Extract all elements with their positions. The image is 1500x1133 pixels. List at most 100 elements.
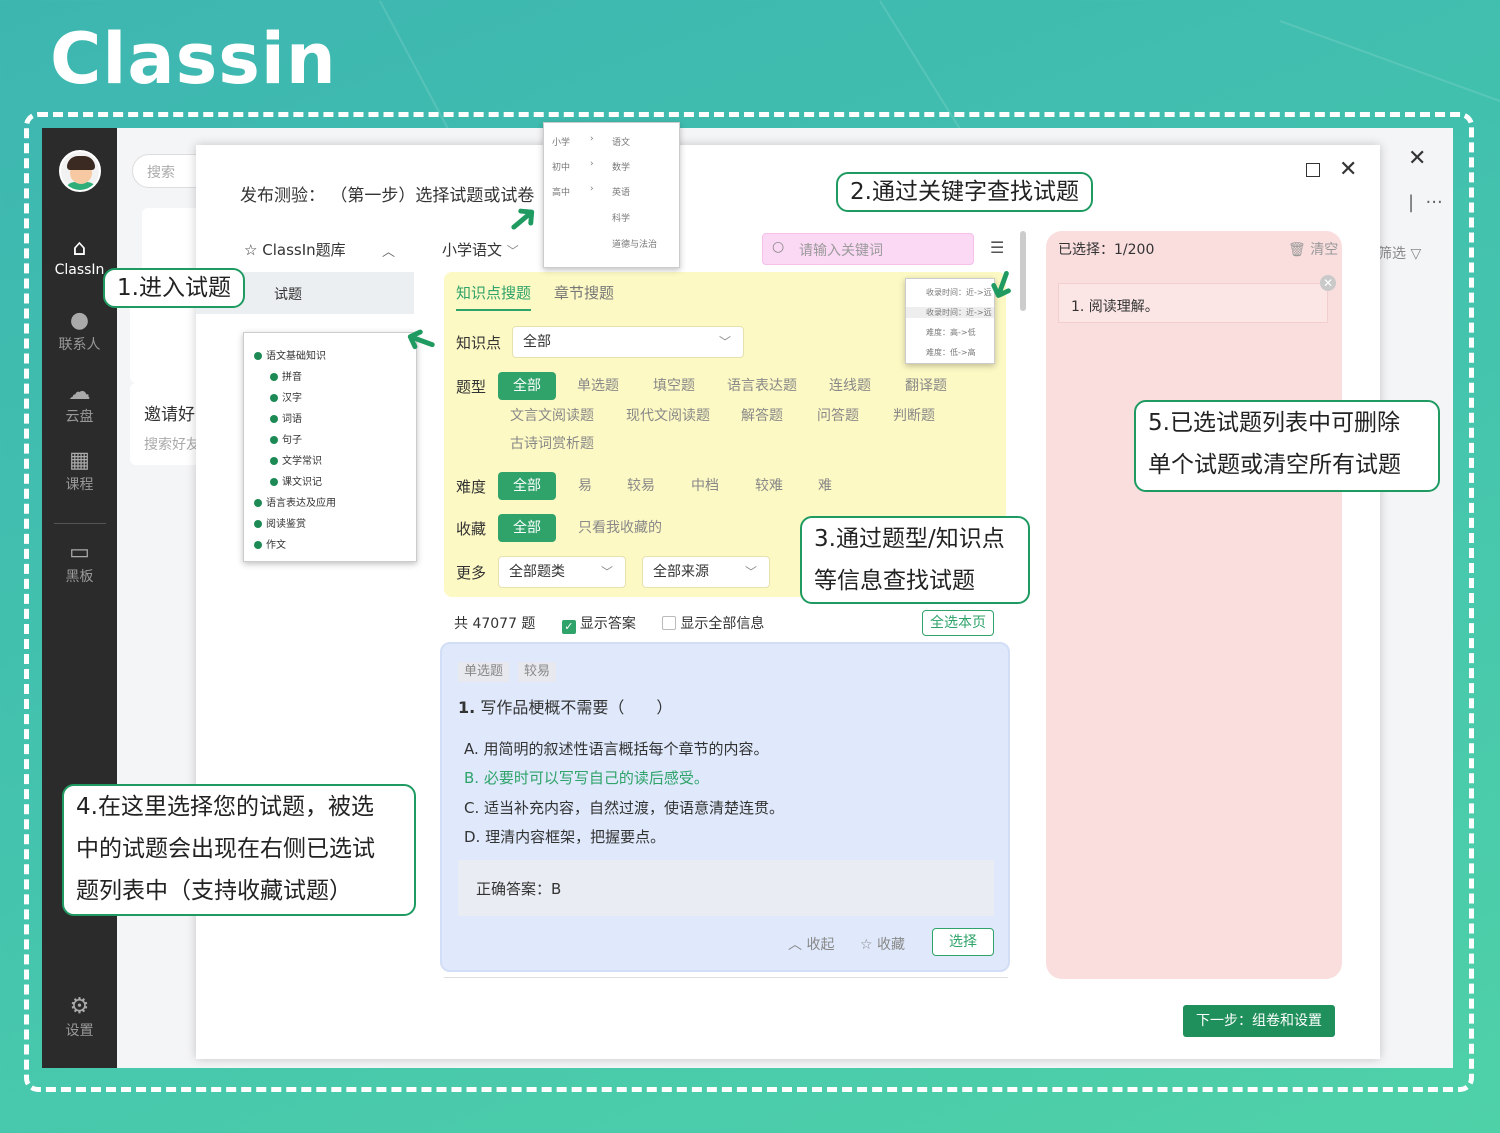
subject-selector[interactable]: 小学语文 ﹀ bbox=[442, 239, 519, 260]
chevron-up-icon[interactable]: ︿ bbox=[382, 241, 395, 260]
question-source-select[interactable]: 全部来源 ﹀ bbox=[642, 556, 770, 588]
tree-node[interactable]: 课文识记 bbox=[270, 473, 322, 488]
clear-button[interactable]: 🗑 清空 bbox=[1288, 239, 1338, 259]
tab-chapter-search[interactable]: 章节搜题 bbox=[554, 282, 614, 303]
difficulty-chip[interactable]: 难 bbox=[810, 472, 840, 500]
nav-item-cloud[interactable]: ☁ 云盘 bbox=[42, 380, 117, 426]
nav-item-settings[interactable]: ⚙ 设置 bbox=[42, 994, 117, 1040]
minus-icon bbox=[254, 352, 262, 360]
tree-node[interactable]: 阅读鉴赏 bbox=[254, 515, 306, 530]
tree-node[interactable]: 句子 bbox=[270, 431, 302, 446]
avatar[interactable] bbox=[59, 150, 101, 192]
type-chip[interactable]: 翻译题 bbox=[898, 372, 954, 400]
selected-questions-panel: 已选择：1/200 🗑 清空 1. 阅读理解。 ✕ bbox=[1046, 231, 1342, 979]
type-chip[interactable]: 全部 bbox=[498, 372, 556, 400]
type-chip[interactable]: 判断题 bbox=[888, 402, 940, 430]
chevron-right-icon: › bbox=[590, 134, 594, 144]
nav-divider bbox=[54, 523, 106, 524]
select-page-button[interactable]: 全选本页 bbox=[922, 610, 994, 636]
bg-decoration bbox=[1279, 20, 1500, 111]
plus-icon bbox=[254, 499, 262, 507]
plus-icon bbox=[270, 436, 278, 444]
tab-knowledge-search[interactable]: 知识点搜题 bbox=[456, 282, 532, 311]
side-item-questions[interactable]: 试题 bbox=[274, 284, 302, 304]
type-chip[interactable]: 连线题 bbox=[822, 372, 878, 400]
show-answer-checkbox[interactable]: ✓ 显示答案 bbox=[561, 616, 636, 634]
sort-option[interactable]: 难度：低->高 bbox=[926, 347, 976, 358]
tree-node[interactable]: 语言表达及应用 bbox=[254, 494, 336, 509]
plus-icon bbox=[254, 520, 262, 528]
collapse-button[interactable]: ︿ 收起 bbox=[788, 934, 834, 954]
remove-icon[interactable]: ✕ bbox=[1320, 275, 1336, 291]
subject-option[interactable]: 道德与法治 bbox=[612, 237, 657, 250]
type-chip[interactable]: 文言文阅读题 bbox=[506, 402, 598, 430]
subject-option[interactable]: 语文 bbox=[612, 135, 630, 148]
tree-node[interactable]: 拼音 bbox=[270, 368, 302, 383]
type-label: 题型 bbox=[456, 378, 487, 396]
show-all-info-checkbox[interactable]: 显示全部信息 bbox=[662, 616, 764, 632]
maximize-icon[interactable] bbox=[1306, 163, 1320, 177]
type-chip[interactable]: 单选题 bbox=[568, 372, 628, 400]
question-difficulty-tag: 较易 bbox=[518, 662, 557, 682]
question-option: D. 理清内容框架，把握要点。 bbox=[464, 828, 666, 846]
chevron-right-icon: › bbox=[590, 159, 594, 169]
sort-option[interactable]: 收录时间：近->远 bbox=[906, 307, 994, 318]
difficulty-chip[interactable]: 较易 bbox=[620, 472, 662, 500]
difficulty-chip[interactable]: 中档 bbox=[684, 472, 726, 500]
type-chip[interactable]: 语言表达题 bbox=[724, 372, 800, 400]
selected-count: 已选择：1/200 bbox=[1058, 242, 1155, 258]
fav-chip[interactable]: 全部 bbox=[498, 514, 556, 542]
knowledge-select[interactable]: 全部 ﹀ bbox=[512, 326, 744, 358]
type-chip[interactable]: 解答题 bbox=[736, 402, 788, 430]
type-chip[interactable]: 问答题 bbox=[812, 402, 864, 430]
plus-icon bbox=[254, 541, 262, 549]
sort-option[interactable]: 难度：高->低 bbox=[926, 327, 976, 338]
type-chip[interactable]: 现代文阅读题 bbox=[622, 402, 714, 430]
sort-icon[interactable]: ☰ bbox=[990, 238, 1004, 257]
nav-item-course[interactable]: ▦ 课程 bbox=[42, 448, 117, 494]
tree-node[interactable]: 词语 bbox=[270, 410, 302, 425]
chevron-down-icon: ﹀ bbox=[744, 565, 757, 579]
close-icon[interactable]: ✕ bbox=[1339, 157, 1357, 182]
knowledge-label: 知识点 bbox=[456, 334, 502, 352]
fav-chip[interactable]: 只看我收藏的 bbox=[572, 514, 668, 542]
tree-node[interactable]: 文学常识 bbox=[270, 452, 322, 467]
type-chip[interactable]: 古诗词赏析题 bbox=[506, 430, 598, 458]
question-bank-selector[interactable]: ☆ ClassIn题库 bbox=[244, 239, 346, 260]
plus-icon bbox=[270, 415, 278, 423]
nav-item-blackboard[interactable]: ▭ 黑板 bbox=[42, 540, 117, 586]
difficulty-chip[interactable]: 易 bbox=[570, 472, 600, 500]
favorite-button[interactable]: ☆ 收藏 bbox=[860, 934, 905, 954]
grade-option[interactable]: 初中 bbox=[552, 160, 570, 173]
keyword-search-input[interactable]: 请输入关键词 bbox=[762, 233, 974, 265]
search-icon: ○ bbox=[772, 239, 785, 255]
selected-question-item[interactable]: 1. 阅读理解。 bbox=[1058, 283, 1328, 323]
difficulty-chip[interactable]: 较难 bbox=[748, 472, 790, 500]
subject-option[interactable]: 科学 bbox=[612, 211, 630, 224]
correct-answer: 正确答案：B bbox=[458, 860, 994, 916]
callout-step-1: 1.进入试题 bbox=[103, 268, 245, 308]
next-question-card-edge bbox=[444, 977, 1008, 985]
more-icon[interactable]: | ··· bbox=[1408, 192, 1443, 213]
cloud-icon: ☁ bbox=[68, 380, 91, 405]
type-chip[interactable]: 填空题 bbox=[644, 372, 704, 400]
tree-node[interactable]: 作文 bbox=[254, 536, 286, 551]
grade-option[interactable]: 高中 bbox=[552, 185, 570, 198]
grade-option[interactable]: 小学 bbox=[552, 135, 570, 148]
contact-icon: ● bbox=[69, 308, 90, 333]
subject-option[interactable]: 英语 bbox=[612, 185, 630, 198]
bg-filter-label[interactable]: 筛选 ▽ bbox=[1378, 243, 1421, 263]
bank-icon: ☆ bbox=[244, 241, 258, 259]
choose-button[interactable]: 选择 bbox=[932, 928, 994, 956]
classin-logo: Classin bbox=[50, 18, 337, 100]
tree-node[interactable]: 汉字 bbox=[270, 389, 302, 404]
checkmark-icon: ✓ bbox=[561, 620, 576, 634]
tree-node[interactable]: 语文基础知识 bbox=[254, 347, 326, 362]
difficulty-chip[interactable]: 全部 bbox=[498, 472, 556, 500]
subject-option[interactable]: 数学 bbox=[612, 160, 630, 173]
star-icon: ☆ bbox=[860, 937, 873, 953]
nav-item-contacts[interactable]: ● 联系人 bbox=[42, 308, 117, 354]
bg-window-close-icon[interactable]: ✕ bbox=[1408, 146, 1426, 171]
next-step-button[interactable]: 下一步：组卷和设置 bbox=[1183, 1005, 1335, 1037]
question-class-select[interactable]: 全部题类 ﹀ bbox=[498, 556, 626, 588]
